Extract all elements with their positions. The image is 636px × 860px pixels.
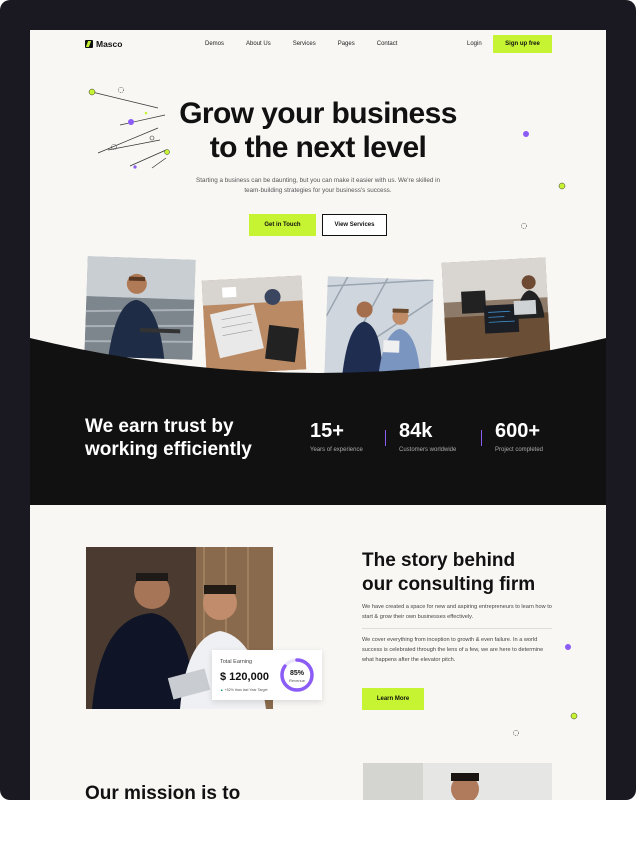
trust-title-line1: We earn trust by — [85, 416, 234, 437]
stat-value: 15+ — [310, 420, 344, 442]
stat-projects: 600+ Project completed — [495, 420, 543, 453]
story-decoration — [513, 644, 578, 736]
story-title-line1: The story behind — [362, 550, 516, 571]
stat-value: 600+ — [495, 420, 541, 442]
story-divider — [362, 628, 552, 629]
page: Masco Demos About Us Services Pages Cont… — [30, 30, 606, 800]
browser-frame: Masco Demos About Us Services Pages Cont… — [0, 0, 636, 800]
story-title: The story behind our consulting firm — [362, 549, 562, 597]
mission-title: Our mission is to — [85, 783, 241, 800]
hero-title-line1: Grow your business — [179, 97, 457, 130]
mission-image — [363, 763, 552, 800]
stat-experience: 15+ Years of experience — [310, 420, 363, 453]
hero-title-line2: to the next level — [209, 131, 427, 164]
stat-value: 84k — [399, 420, 433, 442]
story-title-line2: our consulting firm — [362, 574, 536, 595]
stat-label: Customers worldwide — [399, 447, 457, 453]
story-paragraph-1: We have created a space for new and aspi… — [362, 604, 552, 620]
stat-divider — [481, 430, 482, 446]
stat-divider — [385, 430, 386, 446]
view-services-button[interactable]: View Services — [322, 214, 387, 236]
get-in-touch-button[interactable]: Get in Touch — [249, 214, 316, 236]
stat-label: Project completed — [495, 447, 544, 453]
hero-subtitle: Starting a business can be daunting, but… — [196, 177, 440, 194]
trust-title: We earn trust by working efficiently — [85, 415, 252, 461]
hero-title: Grow your business to the next level — [30, 97, 606, 165]
trust-title-line2: working efficiently — [85, 439, 252, 460]
stat-customers: 84k Customers worldwide — [399, 420, 456, 453]
stat-label: Years of experience — [310, 447, 363, 453]
